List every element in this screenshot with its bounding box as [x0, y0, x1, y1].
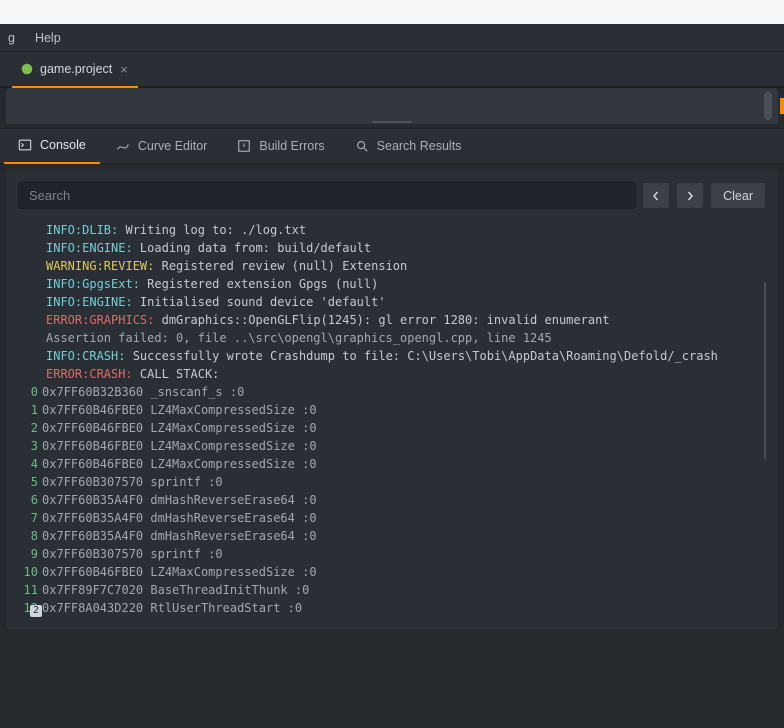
- log-line: 80x7FF60B35A4F0 dmHashReverseErase64 :0: [46, 527, 766, 545]
- close-icon[interactable]: ×: [118, 62, 130, 77]
- log-line: 70x7FF60B35A4F0 dmHashReverseErase64 :0: [46, 509, 766, 527]
- minimap-marker: [780, 98, 784, 114]
- chevron-left-icon: [651, 191, 661, 201]
- log-line: INFO:GpgsExt: Registered extension Gpgs …: [46, 275, 766, 293]
- editor-content-stub: [6, 88, 778, 124]
- log-line: 60x7FF60B35A4F0 dmHashReverseErase64 :0: [46, 491, 766, 509]
- log-line: WARNING:REVIEW: Registered review (null)…: [46, 257, 766, 275]
- tab-label: Console: [40, 138, 86, 152]
- log-line: 120x7FF8A043D220 RtlUserThreadStart :0: [46, 599, 766, 617]
- log-count-badge: 2: [30, 605, 42, 617]
- log-line: 00x7FF60B32B360 _snscanf_s :0: [46, 383, 766, 401]
- log-line: INFO:CRASH: Successfully wrote Crashdump…: [46, 347, 766, 365]
- log-line: 10x7FF60B46FBE0 LZ4MaxCompressedSize :0: [46, 401, 766, 419]
- log-line: 50x7FF60B307570 sprintf :0: [46, 473, 766, 491]
- console-log: INFO:DLIB: Writing log to: ./log.txtINFO…: [18, 221, 766, 617]
- log-line: 110x7FF89F7C7020 BaseThreadInitThunk :0: [46, 581, 766, 599]
- editor-tabbar: game.project ×: [0, 52, 784, 88]
- console-icon: [18, 138, 32, 152]
- log-line: 20x7FF60B46FBE0 LZ4MaxCompressedSize :0: [46, 419, 766, 437]
- log-line: 30x7FF60B46FBE0 LZ4MaxCompressedSize :0: [46, 437, 766, 455]
- tab-game-project[interactable]: game.project ×: [12, 52, 138, 88]
- chevron-right-icon: [685, 191, 695, 201]
- tab-console[interactable]: Console: [4, 128, 100, 164]
- bottom-panel-tabs: Console Curve Editor Build Errors Search…: [0, 128, 784, 164]
- menu-item-help[interactable]: Help: [35, 31, 61, 45]
- log-line: 90x7FF60B307570 sprintf :0: [46, 545, 766, 563]
- tab-label: Curve Editor: [138, 139, 207, 153]
- warning-icon: [237, 139, 251, 153]
- log-line: Assertion failed: 0, file ..\src\opengl\…: [46, 329, 766, 347]
- tab-curve-editor[interactable]: Curve Editor: [102, 128, 221, 164]
- console-toolbar: Clear: [18, 182, 766, 209]
- tab-search-results[interactable]: Search Results: [341, 128, 476, 164]
- log-line: ERROR:GRAPHICS: dmGraphics::OpenGLFlip(1…: [46, 311, 766, 329]
- menu-bar: g Help: [0, 24, 784, 52]
- log-line: 40x7FF60B46FBE0 LZ4MaxCompressedSize :0: [46, 455, 766, 473]
- window-chrome-gap: [0, 0, 784, 24]
- clear-button[interactable]: Clear: [710, 182, 766, 209]
- log-line: ERROR:CRASH: CALL STACK:: [46, 365, 766, 383]
- next-match-button[interactable]: [676, 182, 704, 209]
- console-search-input[interactable]: [18, 182, 636, 209]
- tab-label: Search Results: [377, 139, 462, 153]
- console-panel: Clear INFO:DLIB: Writing log to: ./log.t…: [6, 170, 778, 629]
- curve-icon: [116, 139, 130, 153]
- menu-item-truncated[interactable]: g: [8, 31, 15, 45]
- search-icon: [355, 139, 369, 153]
- tab-label: Build Errors: [259, 139, 324, 153]
- scrollbar[interactable]: [764, 92, 772, 120]
- tab-label: game.project: [40, 62, 112, 76]
- log-line: 100x7FF60B46FBE0 LZ4MaxCompressedSize :0: [46, 563, 766, 581]
- defold-file-icon: [20, 62, 34, 76]
- prev-match-button[interactable]: [642, 182, 670, 209]
- log-line: INFO:ENGINE: Loading data from: build/de…: [46, 239, 766, 257]
- scrollbar[interactable]: [764, 281, 766, 461]
- panel-resize-handle[interactable]: [0, 124, 784, 128]
- log-line: INFO:DLIB: Writing log to: ./log.txt: [46, 221, 766, 239]
- tab-build-errors[interactable]: Build Errors: [223, 128, 338, 164]
- log-line: INFO:ENGINE: Initialised sound device 'd…: [46, 293, 766, 311]
